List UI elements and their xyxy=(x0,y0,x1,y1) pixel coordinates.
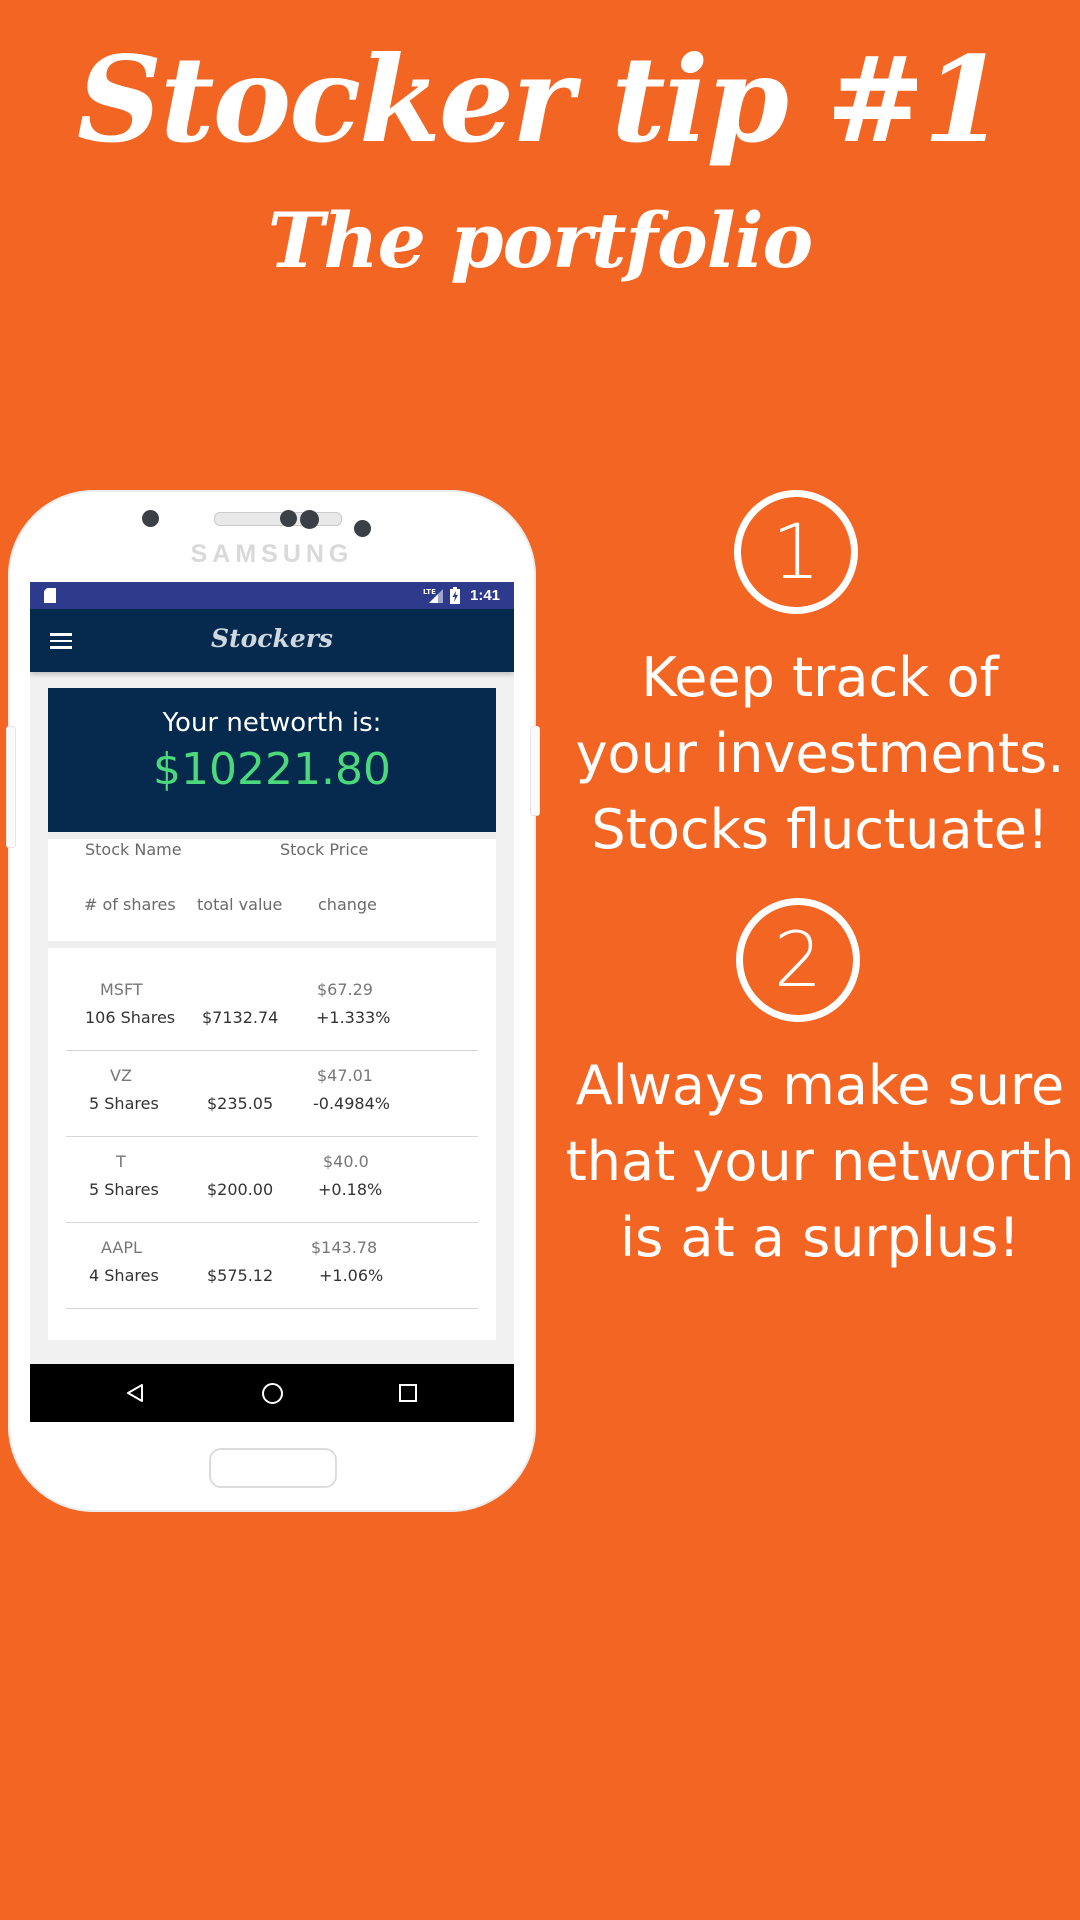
stock-change: +1.06% xyxy=(319,1266,384,1285)
recent-apps-square-icon[interactable] xyxy=(399,1384,417,1402)
stock-shares: 5 Shares xyxy=(89,1180,159,1199)
power-key xyxy=(530,726,540,816)
tip-1-line-1: Keep track of xyxy=(641,646,999,709)
back-triangle-icon[interactable] xyxy=(126,1383,144,1403)
stock-total: $235.05 xyxy=(207,1094,274,1113)
stock-row[interactable]: MSFT $67.29 106 Shares $7132.74 +1.333% xyxy=(66,964,478,1051)
app-bar: Stockers xyxy=(30,609,514,672)
tip-2-text: Always make sure that your networth is a… xyxy=(540,1048,1080,1276)
stock-price: $143.78 xyxy=(311,1238,378,1257)
tip-1-text: Keep track of your investments. Stocks f… xyxy=(540,640,1080,868)
portfolio-card: Your networth is: $10221.80 Stock Name S… xyxy=(48,688,496,1340)
stock-shares: 4 Shares xyxy=(89,1266,159,1285)
stock-price: $67.29 xyxy=(317,980,373,999)
status-time: 1:41 xyxy=(470,587,501,604)
header-change: change xyxy=(318,895,377,914)
stock-change: +1.333% xyxy=(316,1008,391,1027)
stock-change: +0.18% xyxy=(318,1180,383,1199)
stock-symbol: AAPL xyxy=(101,1238,142,1257)
status-bar: LTE 1:41 xyxy=(30,582,514,609)
stock-symbol: MSFT xyxy=(100,980,143,999)
android-nav-bar xyxy=(30,1364,514,1422)
stock-price: $40.0 xyxy=(323,1152,369,1171)
light-sensor-icon xyxy=(354,520,371,537)
earpiece-speaker xyxy=(214,512,342,526)
tip-number-2: 2 xyxy=(773,915,823,1004)
tip-2-line-3: is at a surplus! xyxy=(620,1206,1020,1269)
header-num-shares: # of shares xyxy=(84,895,176,914)
volume-key xyxy=(6,726,16,848)
table-header: Stock Name Stock Price # of shares total… xyxy=(48,832,496,948)
phone-mockup: SAMSUNG LTE 1:41 Stockers Your networth … xyxy=(6,490,540,1512)
svg-text:LTE: LTE xyxy=(423,588,436,596)
phone-home-button[interactable] xyxy=(209,1448,337,1488)
tip-number-1-icon: 1 xyxy=(734,490,858,614)
page-subtitle: The portfolio xyxy=(267,196,813,285)
stock-price: $47.01 xyxy=(317,1066,373,1085)
tip-number-2-icon: 2 xyxy=(736,898,860,1022)
home-circle-icon[interactable] xyxy=(262,1383,283,1404)
stock-row[interactable]: T $40.0 5 Shares $200.00 +0.18% xyxy=(66,1136,478,1223)
stock-total: $200.00 xyxy=(207,1180,274,1199)
tip-1-line-2: your investments. xyxy=(575,722,1065,785)
stock-change: -0.4984% xyxy=(313,1094,390,1113)
networth-value: $10221.80 xyxy=(153,744,391,795)
sd-card-icon xyxy=(44,588,56,603)
phone-screen: LTE 1:41 Stockers Your networth is: $102… xyxy=(30,582,514,1422)
proximity-sensor-icon xyxy=(142,510,159,527)
stock-total: $575.12 xyxy=(207,1266,274,1285)
app-title: Stockers xyxy=(211,624,333,653)
header-total-value: total value xyxy=(197,895,283,914)
stock-row[interactable]: AAPL $143.78 4 Shares $575.12 +1.06% xyxy=(66,1222,478,1309)
tip-2-line-2: that your networth xyxy=(565,1130,1075,1193)
front-sensor-icon xyxy=(280,510,297,527)
stock-shares: 106 Shares xyxy=(85,1008,176,1027)
stock-shares: 5 Shares xyxy=(89,1094,159,1113)
header-stock-price: Stock Price xyxy=(280,840,369,859)
tip-2-line-1: Always make sure xyxy=(575,1054,1065,1117)
phone-brand: SAMSUNG xyxy=(190,540,354,568)
networth-label: Your networth is: xyxy=(162,708,382,738)
header-stock-name: Stock Name xyxy=(85,840,182,859)
stock-symbol: T xyxy=(116,1152,126,1171)
stock-row[interactable]: VZ $47.01 5 Shares $235.05 -0.4984% xyxy=(66,1050,478,1137)
front-camera-icon xyxy=(300,510,319,529)
networth-panel: Your networth is: $10221.80 xyxy=(48,688,496,832)
tip-1-line-3: Stocks fluctuate! xyxy=(591,798,1049,861)
battery-icon xyxy=(450,587,460,604)
tip-number-1: 1 xyxy=(771,507,821,596)
stock-total: $7132.74 xyxy=(202,1008,279,1027)
stock-symbol: VZ xyxy=(110,1066,132,1085)
page-title: Stocker tip #1 xyxy=(76,30,1005,169)
lte-signal-icon: LTE xyxy=(423,588,443,603)
